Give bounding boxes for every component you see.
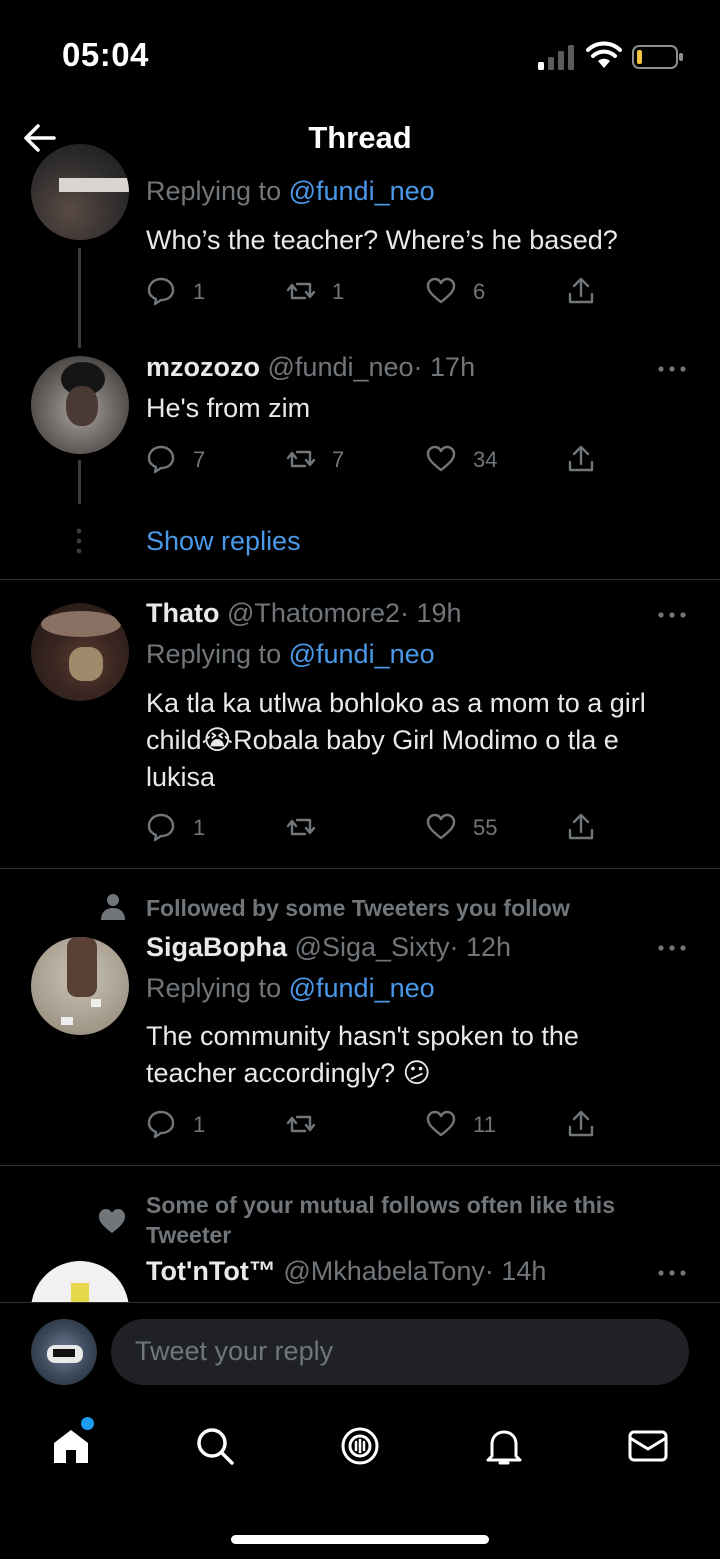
retweet-icon[interactable]: [286, 444, 316, 474]
like-icon[interactable]: [426, 444, 456, 474]
replying-to: Replying to @fundi_neo: [146, 639, 435, 669]
like-count: 34: [473, 447, 498, 472]
avatar[interactable]: [31, 356, 129, 454]
wifi-icon: [586, 41, 622, 68]
tweet-time: · 19h: [400, 598, 462, 628]
tweet-header: mzozozo @fundi_neo· 17h: [146, 352, 475, 383]
social-context: Some of your mutual follows often like t…: [146, 1192, 615, 1248]
display-name[interactable]: mzozozo: [146, 352, 260, 382]
reply-icon[interactable]: [146, 444, 176, 474]
display-name[interactable]: SigaBopha: [146, 932, 287, 962]
cellular-signal-icon: [538, 45, 574, 70]
thread-line: [78, 460, 81, 504]
more-options-icon[interactable]: [657, 364, 687, 374]
reply-count: 1: [193, 815, 206, 840]
home-indicator: [231, 1535, 489, 1544]
more-options-icon[interactable]: [657, 943, 687, 953]
reply-placeholder: Tweet your reply: [135, 1336, 334, 1366]
avatar[interactable]: [31, 937, 129, 1035]
like-count: 55: [473, 815, 498, 840]
tweet-text: He's from zim: [146, 393, 311, 423]
tweet-header: Tot'nTot™ @MkhabelaTony· 14h: [146, 1256, 546, 1287]
tweet-text: Ka tla ka utlwa bohloko as a mom to a gi…: [146, 688, 646, 792]
share-icon[interactable]: [566, 1109, 596, 1139]
tweet-text: The community hasn't spoken to the teach…: [146, 1021, 579, 1088]
share-icon[interactable]: [566, 444, 596, 474]
messages-icon[interactable]: [626, 1424, 670, 1468]
spaces-icon[interactable]: [338, 1424, 382, 1468]
reply-icon[interactable]: [146, 1109, 176, 1139]
reply-icon[interactable]: [146, 276, 176, 306]
mention-link[interactable]: @fundi_neo: [289, 176, 435, 206]
notification-dot: [81, 1417, 94, 1430]
more-options-icon[interactable]: [657, 610, 687, 620]
tweet-header: Thato @Thatomore2· 19h: [146, 598, 462, 629]
battery-icon: [632, 45, 683, 69]
show-replies-link[interactable]: Show replies: [146, 523, 301, 560]
retweet-icon[interactable]: [286, 1109, 316, 1139]
status-time: 05:04: [62, 36, 149, 73]
user-avatar[interactable]: [31, 1319, 97, 1385]
mention-link[interactable]: @fundi_neo: [289, 639, 435, 669]
replying-to: Replying to @fundi_neo: [146, 973, 435, 1003]
user-handle[interactable]: @MkhabelaTony: [283, 1256, 485, 1286]
tweet-clip: Tot'nTot™ @MkhabelaTony· 14h: [0, 1250, 720, 1302]
vertical-dots-icon: [76, 528, 82, 554]
search-icon[interactable]: [193, 1424, 237, 1468]
share-icon[interactable]: [566, 812, 596, 842]
display-name[interactable]: Tot'nTot™: [146, 1256, 276, 1286]
more-options-icon[interactable]: [657, 1268, 687, 1278]
avatar[interactable]: [31, 603, 129, 701]
divider: [0, 579, 720, 580]
like-icon[interactable]: [426, 276, 456, 306]
like-count: 11: [473, 1112, 496, 1137]
like-icon[interactable]: [426, 1109, 456, 1139]
retweet-icon[interactable]: [286, 812, 316, 842]
tweet-time: · 17h: [413, 352, 476, 382]
tweet-time: · 12h: [449, 932, 512, 962]
page-title: Thread: [308, 120, 412, 155]
mention-link[interactable]: @fundi_neo: [289, 973, 435, 1003]
avatar[interactable]: [31, 144, 129, 240]
person-icon: [101, 894, 125, 920]
tweet-time: · 14h: [484, 1256, 547, 1286]
tweet-header: SigaBopha @Siga_Sixty· 12h: [146, 932, 511, 963]
like-count: 6: [473, 279, 486, 304]
tweet-text: Who’s the teacher? Where’s he based?: [146, 225, 618, 255]
retweet-count: 1: [332, 279, 345, 304]
display-name[interactable]: Thato: [146, 598, 220, 628]
user-handle[interactable]: @fundi_neo: [268, 352, 414, 382]
reply-count: 1: [193, 279, 206, 304]
home-icon[interactable]: [49, 1424, 93, 1468]
reply-input[interactable]: Tweet your reply: [111, 1319, 689, 1385]
replying-to: Replying to @fundi_neo: [146, 176, 435, 206]
share-icon[interactable]: [566, 276, 596, 306]
retweet-icon[interactable]: [286, 276, 316, 306]
user-handle[interactable]: @Siga_Sixty: [295, 932, 450, 962]
reply-count: 7: [193, 447, 206, 472]
user-handle[interactable]: @Thatomore2: [227, 598, 400, 628]
notifications-icon[interactable]: [482, 1424, 526, 1468]
divider: [0, 868, 720, 869]
heart-filled-icon: [99, 1209, 125, 1233]
reply-icon[interactable]: [146, 812, 176, 842]
reply-count: 1: [193, 1112, 206, 1137]
retweet-count: 7: [332, 447, 345, 472]
social-context: Followed by some Tweeters you follow: [146, 895, 570, 921]
thread-line: [78, 248, 81, 348]
divider: [0, 1165, 720, 1166]
avatar[interactable]: [31, 1261, 129, 1302]
like-icon[interactable]: [426, 812, 456, 842]
